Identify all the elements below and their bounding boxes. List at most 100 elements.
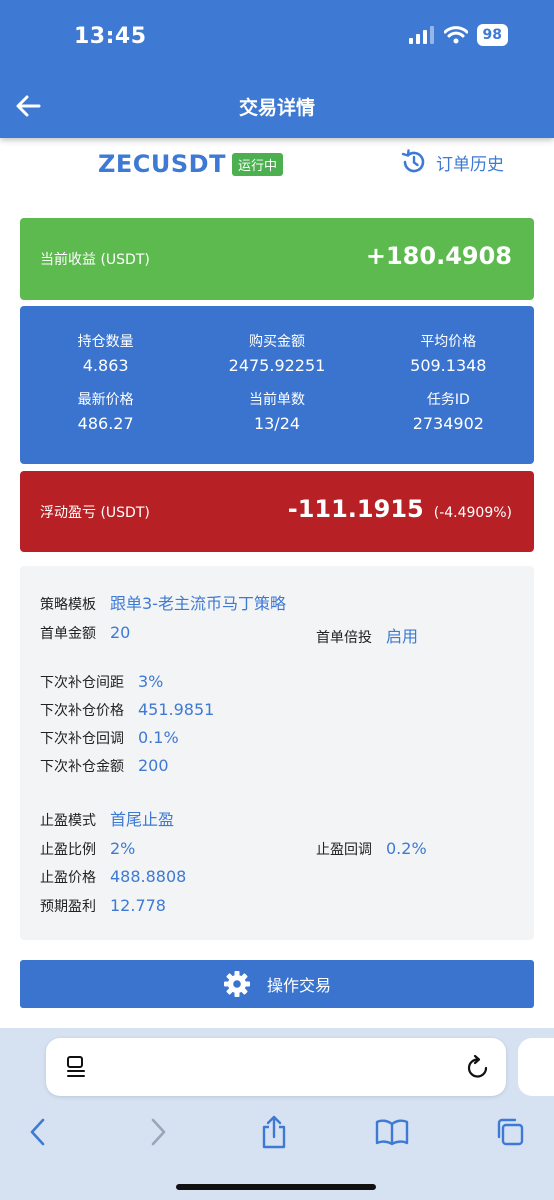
stat-purchase-amount: 购买金额 2475.92251: [191, 332, 362, 378]
stat-label: 购买金额: [248, 334, 305, 350]
param-tp-mode: 止盈模式 首尾止盈: [40, 806, 174, 830]
param-value: 0.2%: [386, 839, 427, 858]
stat-label: 任务ID: [426, 392, 470, 408]
param-label: 止盈回调: [316, 842, 372, 858]
param-tp-price: 止盈价格 488.8808: [40, 867, 186, 887]
param-next-spacing: 下次补仓间距 3%: [40, 672, 163, 692]
param-value: 200: [138, 756, 169, 775]
floating-pnl-label: 浮动盈亏 (USDT): [40, 505, 150, 521]
stat-average-price: 平均价格 509.1348: [363, 332, 534, 378]
param-tp-pullback: 止盈回调 0.2%: [316, 839, 427, 859]
param-value: 12.778: [110, 896, 166, 915]
param-label: 止盈模式: [40, 813, 96, 829]
stat-value: 4.863: [82, 356, 129, 375]
stat-value: 2734902: [412, 414, 484, 433]
param-label: 策略模板: [40, 597, 96, 613]
signal-icon: [408, 26, 434, 44]
chevron-right-icon: [151, 1118, 166, 1146]
operate-trade-label: 操作交易: [266, 976, 331, 995]
param-value: 3%: [138, 672, 164, 691]
param-value: 2%: [110, 839, 136, 858]
param-next-pullback: 下次补仓回调 0.1%: [40, 728, 179, 748]
bookmarks-icon: [375, 1119, 409, 1146]
app-header: 13:45 98 交易详情: [0, 0, 554, 138]
gear-icon: [223, 971, 250, 997]
windows-button[interactable]: [490, 1112, 530, 1152]
current-income-card: 当前收益 (USDT) +180.4908: [20, 218, 534, 300]
stat-value: 509.1348: [410, 356, 487, 375]
stat-label: 持仓数量: [77, 334, 134, 350]
param-first-multiplier: 首单倍投 启用: [316, 623, 418, 647]
windows-icon: [497, 1118, 524, 1146]
param-expected-profit: 预期盈利 12.778: [40, 896, 166, 916]
operate-trade-button[interactable]: 操作交易: [20, 960, 534, 1008]
share-button[interactable]: [254, 1112, 294, 1152]
param-label: 首单金额: [40, 626, 96, 642]
stat-current-orders: 当前单数 13/24: [191, 390, 362, 436]
floating-pnl-value: -111.1915: [287, 495, 424, 523]
param-label: 首单倍投: [316, 630, 372, 646]
browser-back-button[interactable]: [18, 1112, 58, 1152]
param-label: 下次补仓回调: [40, 731, 124, 747]
stat-label: 当前单数: [248, 392, 305, 408]
stat-holding-quantity: 持仓数量 4.863: [20, 332, 191, 378]
order-history-label: 订单历史: [436, 154, 504, 175]
browser-forward-button[interactable]: [138, 1112, 178, 1152]
param-value: 跟单3-老主流币马丁策略: [110, 594, 286, 613]
floating-pnl-card: 浮动盈亏 (USDT) -111.1915 (-4.4909%): [20, 471, 534, 552]
stat-task-id: 任务ID 2734902: [363, 390, 534, 436]
tabs-icon-wrap[interactable]: [66, 1055, 88, 1083]
stats-grid: 持仓数量 4.863 购买金额 2475.92251 平均价格 509.1348…: [20, 332, 534, 436]
reload-icon: [467, 1054, 488, 1078]
floating-pnl-values: -111.1915 (-4.4909%): [288, 495, 512, 523]
param-label: 预期盈利: [40, 899, 96, 915]
stat-value: 486.27: [77, 414, 134, 433]
param-next-price: 下次补仓价格 451.9851: [40, 700, 214, 720]
param-value: 451.9851: [138, 700, 215, 719]
position-stats-card: 持仓数量 4.863 购买金额 2475.92251 平均价格 509.1348…: [20, 306, 534, 464]
current-income-value: +180.4908: [365, 242, 512, 270]
param-value: 0.1%: [138, 728, 179, 747]
browser-toolbar: [0, 1028, 554, 1200]
page-title: 交易详情: [238, 97, 315, 119]
status-icons: 98: [408, 24, 508, 46]
param-first-amount: 首单金额 20: [40, 623, 130, 643]
order-history-button[interactable]: 订单历史: [400, 148, 504, 176]
browser-nav: [0, 1112, 554, 1152]
stat-label: 最新价格: [77, 392, 134, 408]
chevron-left-icon: [30, 1118, 45, 1146]
bookmarks-button[interactable]: [372, 1112, 412, 1152]
status-time: 13:45: [74, 24, 147, 49]
current-income-label: 当前收益 (USDT): [40, 252, 150, 268]
trading-symbol: ZECUSDT: [98, 150, 226, 178]
stat-value: 2475.92251: [228, 356, 326, 375]
param-tp-ratio: 止盈比例 2%: [40, 839, 135, 859]
param-value: 20: [110, 623, 131, 642]
param-next-amount: 下次补仓金额 200: [40, 756, 169, 776]
wifi-icon: [443, 26, 468, 44]
param-label: 下次补仓价格: [40, 703, 124, 719]
reload-button[interactable]: [466, 1054, 490, 1084]
home-indicator: [176, 1184, 376, 1190]
param-label: 止盈比例: [40, 842, 96, 858]
param-label: 下次补仓金额: [40, 759, 124, 775]
param-label: 下次补仓间距: [40, 675, 124, 691]
address-bar[interactable]: [46, 1038, 506, 1096]
strategy-params-panel: 策略模板 跟单3-老主流币马丁策略 首单金额 20 首单倍投 启用 下次补仓间距…: [20, 566, 534, 940]
param-label: 止盈价格: [40, 870, 96, 886]
tabs-icon: [67, 1056, 85, 1077]
next-tab-address-bar[interactable]: [518, 1038, 554, 1096]
param-value: 488.8808: [110, 867, 187, 886]
history-icon: [401, 149, 425, 173]
param-value: 启用: [386, 627, 419, 646]
share-icon: [262, 1115, 286, 1149]
trade-detail-content: ZECUSDT 运行中 订单历史 当前收益 (USDT) +180.4908 持…: [0, 138, 554, 1028]
stat-latest-price: 最新价格 486.27: [20, 390, 191, 436]
stat-value: 13/24: [253, 414, 301, 433]
status-badge: 运行中: [232, 153, 284, 176]
symbol-row: ZECUSDT 运行中 订单历史: [0, 138, 554, 198]
floating-pnl-percent: (-4.4909%): [433, 505, 512, 521]
stat-label: 平均价格: [420, 334, 477, 350]
battery-indicator: 98: [476, 24, 508, 46]
param-strategy-template: 策略模板 跟单3-老主流币马丁策略: [40, 590, 286, 614]
